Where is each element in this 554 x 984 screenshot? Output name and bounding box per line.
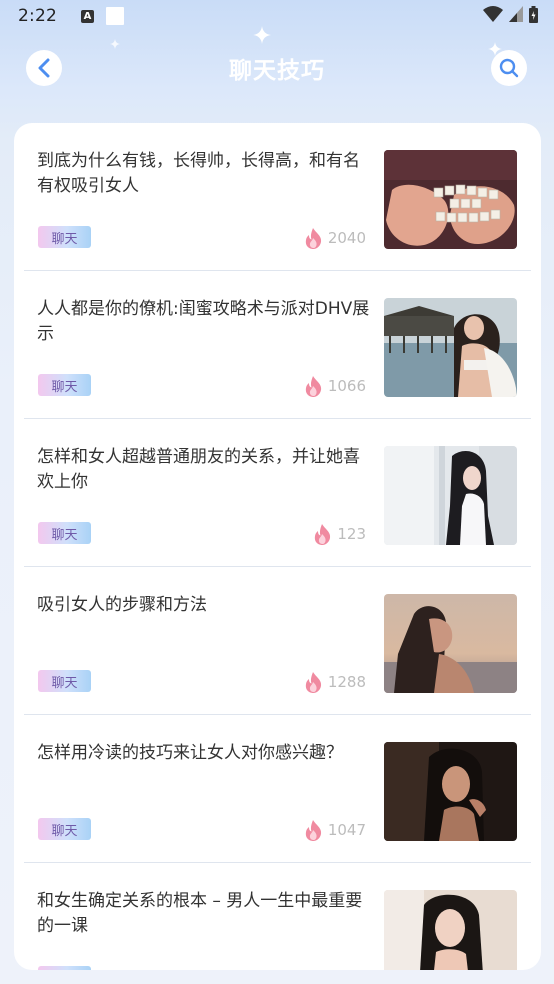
article-title: 吸引女人的步骤和方法	[37, 595, 207, 615]
view-count: 1288	[304, 671, 366, 693]
back-button[interactable]	[26, 50, 62, 86]
view-count: 1047	[304, 819, 366, 841]
chevron-left-icon	[38, 58, 50, 78]
list-item[interactable]: 怎样用冷读的技巧来让女人对你感兴趣？ 聊天 1047	[24, 715, 531, 863]
status-time: 2:22	[18, 6, 57, 26]
article-list: 到底为什么有钱，长得帅，长得高，和有名有权吸引女人 聊天 2040 人人都是你的…	[14, 123, 541, 970]
fire-icon	[315, 524, 331, 545]
list-item[interactable]: 人人都是你的僚机:闺蜜攻略术与派对DHV展示 聊天 1066	[24, 271, 531, 419]
status-icons	[483, 5, 538, 23]
view-count-value: 1288	[327, 673, 366, 691]
category-tag: 聊天	[38, 670, 91, 692]
fire-icon	[305, 820, 321, 841]
fire-icon	[305, 672, 321, 693]
list-item[interactable]: 和女生确定关系的根本 – 男人一生中最重要的一课 聊天	[24, 863, 531, 970]
category-tag: 聊天	[38, 818, 91, 840]
article-title: 和女生确定关系的根本 – 男人一生中最重要的一课	[37, 891, 363, 936]
text-a-icon: A	[80, 9, 94, 23]
list-item[interactable]: 吸引女人的步骤和方法 聊天 1288	[24, 567, 531, 715]
view-count: 123	[313, 523, 366, 545]
article-title: 怎样用冷读的技巧来让女人对你感兴趣？	[37, 743, 343, 763]
view-count: 1066	[304, 375, 366, 397]
category-tag: 聊天	[38, 226, 91, 248]
hands-forever-and-always-image[interactable]	[384, 150, 517, 249]
list-item[interactable]: 到底为什么有钱，长得帅，长得高，和有名有权吸引女人 聊天 2040	[24, 123, 531, 271]
woman-in-dim-light-image[interactable]	[384, 742, 517, 841]
search-icon	[499, 58, 519, 78]
wifi-icon	[483, 6, 503, 22]
article-title: 怎样和女人超越普通朋友的关系，并让她喜欢上你	[37, 447, 360, 492]
woman-by-window-image[interactable]	[384, 446, 517, 545]
category-tag: 聊天	[38, 966, 91, 970]
page-title: 聊天技巧	[229, 58, 325, 84]
fire-icon	[305, 228, 321, 249]
article-title: 人人都是你的僚机:闺蜜攻略术与派对DHV展示	[37, 299, 370, 344]
view-count-value: 1066	[327, 377, 366, 395]
view-count: 2040	[304, 227, 366, 249]
view-count-value: 2040	[327, 229, 366, 247]
fire-icon	[305, 376, 321, 397]
woman-at-sunset-beach-image[interactable]	[384, 594, 517, 693]
search-button[interactable]	[491, 50, 527, 86]
status-bar: 2:22 A	[0, 0, 554, 32]
cell-signal-icon	[509, 6, 523, 22]
category-tag: 聊天	[38, 374, 91, 396]
category-tag: 聊天	[38, 522, 91, 544]
battery-icon	[529, 5, 538, 23]
view-count-value: 1047	[327, 821, 366, 839]
blank-notification-icon	[105, 7, 124, 25]
list-item[interactable]: 怎样和女人超越普通朋友的关系，并让她喜欢上你 聊天 123	[24, 419, 531, 567]
woman-by-lake-pavilion-image[interactable]	[384, 298, 517, 397]
article-title: 到底为什么有钱，长得帅，长得高，和有名有权吸引女人	[37, 151, 360, 196]
woman-portrait-image[interactable]	[384, 890, 517, 970]
top-navigation-bar: 聊天技巧	[0, 40, 554, 96]
view-count-value: 123	[337, 525, 366, 543]
